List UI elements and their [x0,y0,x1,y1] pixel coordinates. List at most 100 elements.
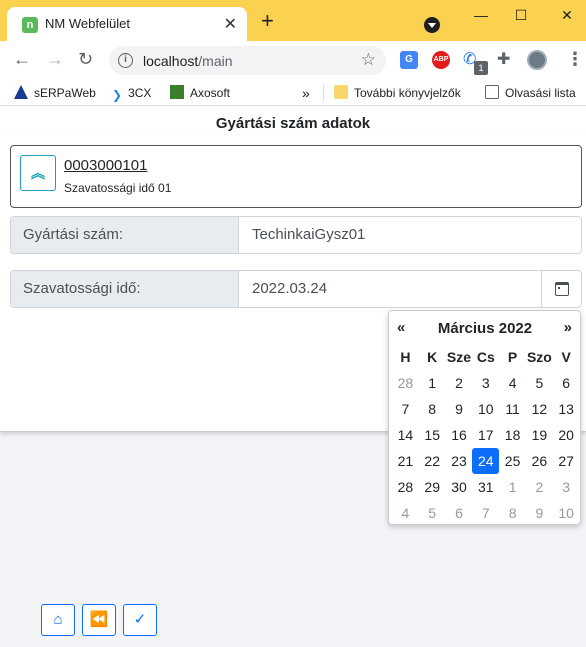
calendar-day[interactable]: 17 [472,422,499,448]
bookmark-other-folder[interactable]: További könyvjelzők [334,84,461,102]
calendar-day[interactable]: 6 [553,370,580,396]
weekday-label: K [427,349,438,365]
calendar-day[interactable]: 2 [526,474,553,500]
calendar-button[interactable] [541,271,581,307]
browser-menu-icon[interactable]: ⋮ [566,49,584,69]
calendar-day[interactable]: 7 [472,500,499,526]
calendar-day[interactable]: 5 [419,500,446,526]
forward-arrow-icon[interactable]: → [46,49,64,70]
calendar-month-title[interactable]: Március 2022 [425,320,545,337]
bookmark-3cx[interactable]: ❯ 3CX [112,84,151,102]
serpa-icon [14,85,28,99]
bookmark-axosoft[interactable]: Axosoft [170,84,230,102]
bookmark-serpaweb[interactable]: sERPaWeb [14,84,96,102]
window-close-button[interactable]: ✕ [552,4,582,28]
expiry-date-label: Szavatossági idő: [11,271,239,307]
calendar-day[interactable]: 23 [446,448,473,474]
calendar-week-row: 28 29 30 31 1 2 3 [392,474,580,500]
page-content: Gyártási szám adatok ︽ 0003000101 Szavat… [0,107,586,647]
calendar-day[interactable]: 28 [392,370,419,396]
calendar-day[interactable]: 9 [526,500,553,526]
calendar-day[interactable]: 21 [392,448,419,474]
back-arrow-icon[interactable]: ← [13,49,31,70]
reading-list-icon [485,85,499,99]
browser-toolbar: ← → ↻ i localhost/main ☆ G ABP ✆ 1 ✚ ⋮ [0,41,586,79]
calendar-day[interactable]: 4 [499,370,526,396]
bookmark-star-icon[interactable]: ☆ [361,50,376,70]
calendar-day[interactable]: 10 [472,396,499,422]
confirm-button[interactable]: ✓ [123,604,157,636]
tab-close-icon[interactable]: ✕ [224,14,237,34]
calendar-day[interactable]: 15 [419,422,446,448]
calendar-day[interactable]: 1 [419,370,446,396]
weekday-header: H K Sze Cs P Szo V [392,344,580,370]
calendar-day[interactable]: 28 [392,474,419,500]
item-subtitle: Szavatossági idő 01 [64,181,172,195]
minimize-button[interactable]: — [466,4,496,28]
calendar-day[interactable]: 7 [392,396,419,422]
calendar-day[interactable]: 29 [419,474,446,500]
calendar-day[interactable]: 14 [392,422,419,448]
bookmarks-bar: sERPaWeb ❯ 3CX Axosoft » További könyvjel… [0,79,586,106]
back-button[interactable]: ⏪ [82,604,116,636]
calendar-day[interactable]: 10 [553,500,580,526]
browser-tab[interactable]: n NM Webfelület ✕ [7,7,247,41]
calendar-day[interactable]: 30 [446,474,473,500]
calendar-day[interactable]: 11 [499,396,526,422]
serial-number-input[interactable]: TechinkaiGysz01 [252,217,365,253]
page-title: Gyártási szám adatok [0,107,586,137]
calendar-day[interactable]: 16 [446,422,473,448]
info-icon[interactable]: i [118,53,133,68]
calendar-day[interactable]: 18 [499,422,526,448]
bookmarks-overflow[interactable]: » [302,84,310,102]
calendar-day[interactable]: 26 [526,448,553,474]
profile-avatar[interactable] [527,50,547,70]
calendar-day[interactable]: 22 [419,448,446,474]
calendar-day[interactable]: 8 [419,396,446,422]
bookmarks-divider [323,84,324,101]
calendar-day[interactable]: 2 [446,370,473,396]
calendar-day[interactable]: 5 [526,370,553,396]
maximize-button[interactable]: ☐ [506,4,536,28]
expiry-date-input[interactable]: 2022.03.24 [252,271,327,307]
calendar-day[interactable]: 19 [526,422,553,448]
translate-extension-icon[interactable]: G [400,51,418,69]
calendar-week-row: 7 8 9 10 11 12 13 [392,396,580,422]
calendar-day[interactable]: 13 [553,396,580,422]
calendar-day[interactable]: 8 [499,500,526,526]
bookmark-reading-list[interactable]: Olvasási lista [485,84,576,102]
serial-number-field: Gyártási szám: TechinkaiGysz01 [10,216,582,254]
serial-number-link[interactable]: 0003000101 [64,157,147,174]
calendar-day[interactable]: 6 [446,500,473,526]
weekday-label: V [561,349,571,365]
expiry-date-field: Szavatossági idő: 2022.03.24 [10,270,582,308]
prev-month-button[interactable]: « [397,319,405,336]
tab-title: NM Webfelület [45,16,131,31]
calendar-day[interactable]: 20 [553,422,580,448]
calendar-day[interactable]: 9 [446,396,473,422]
extensions-puzzle-icon[interactable]: ✚ [497,51,515,69]
calendar-day[interactable]: 3 [472,370,499,396]
reload-icon[interactable]: ↻ [78,49,93,70]
home-button[interactable]: ⌂ [41,604,75,636]
tab-search-icon[interactable] [424,17,440,33]
calendar-day[interactable]: 3 [553,474,580,500]
calendar-day[interactable]: 24 [472,448,500,474]
chevron-up-icon[interactable]: ︽ [20,155,56,191]
folder-icon [334,85,348,99]
adblock-extension-icon[interactable]: ABP [432,51,450,69]
axosoft-icon [170,85,184,99]
new-tab-button[interactable]: + [261,8,274,34]
weekday-label: P [507,349,518,365]
address-bar[interactable]: i localhost/main ☆ [109,46,386,75]
next-month-button[interactable]: » [564,319,572,336]
calendar-grid: H K Sze Cs P Szo V 28 1 2 3 4 5 6 7 8 9 10 11 12 13 14… [392,344,580,526]
calendar-day[interactable]: 27 [553,448,580,474]
date-picker: « Március 2022 » H K Sze Cs P Szo V 28 1 2… [388,310,581,525]
calendar-day[interactable]: 25 [499,448,526,474]
calendar-day[interactable]: 31 [472,474,499,500]
calendar-day[interactable]: 1 [499,474,526,500]
app-favicon-icon: n [22,17,38,33]
calendar-day[interactable]: 4 [392,500,419,526]
calendar-day[interactable]: 12 [526,396,553,422]
